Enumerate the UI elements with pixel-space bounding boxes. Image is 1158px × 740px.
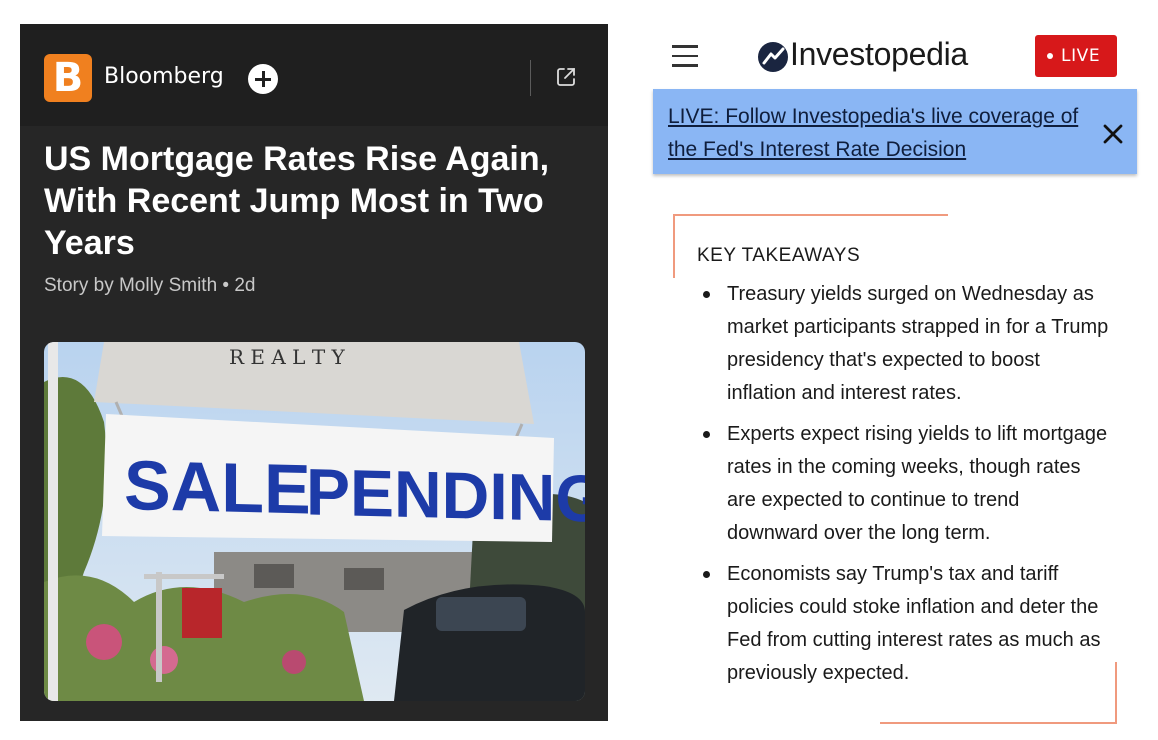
hamburger-line (672, 45, 698, 48)
close-icon[interactable] (1102, 123, 1124, 145)
takeaway-text: Treasury yields surged on Wednesday as m… (727, 283, 1109, 404)
article-byline: Story by Molly Smith • 2d (44, 275, 256, 296)
publisher-name[interactable]: Bloomberg (104, 64, 224, 89)
realty-sign-text: R E A L T Y (229, 345, 346, 369)
bullet-icon (703, 431, 710, 438)
external-link-icon[interactable] (554, 65, 578, 89)
hamburger-icon[interactable] (672, 45, 698, 67)
live-label: LIVE (1061, 46, 1101, 66)
live-button[interactable]: LIVE (1035, 35, 1117, 77)
hamburger-line (672, 54, 698, 58)
live-coverage-banner: LIVE: Follow Investopedia's live coverag… (653, 89, 1137, 174)
bullet-icon (703, 571, 710, 578)
site-name[interactable]: Investopedia (790, 36, 968, 73)
frame-corner-bottom (880, 722, 1117, 724)
frame-corner-left (673, 214, 675, 278)
b-logo-icon[interactable]: B (44, 54, 92, 102)
bullet-icon (703, 291, 710, 298)
key-takeaways-list: Treasury yields surged on Wednesday as m… (700, 278, 1110, 698)
sign-sale-text: SALE (124, 446, 311, 529)
takeaway-text: Experts expect rising yields to lift mor… (727, 423, 1108, 544)
hamburger-line (672, 64, 698, 67)
publisher-header: B Bloomberg (20, 24, 608, 126)
frame-corner-top (674, 214, 948, 216)
article-photo[interactable]: R E A L T Y SALE PENDING (44, 342, 585, 701)
plus-icon[interactable] (248, 64, 278, 94)
sign-pending-text: PENDING (306, 454, 585, 535)
list-item: Experts expect rising yields to lift mor… (700, 418, 1110, 550)
list-item: Treasury yields surged on Wednesday as m… (700, 278, 1110, 410)
live-coverage-link[interactable]: LIVE: Follow Investopedia's live coverag… (668, 100, 1088, 166)
bloomberg-article-card: B Bloomberg US Mortgage Rates Rise Again… (20, 24, 608, 721)
logo-letter: B (52, 55, 84, 101)
live-dot-icon (1047, 53, 1053, 59)
article-headline[interactable]: US Mortgage Rates Rise Again, With Recen… (44, 138, 584, 264)
key-takeaways-title: KEY TAKEAWAYS (697, 245, 861, 266)
takeaway-text: Economists say Trump's tax and tariff po… (727, 563, 1101, 684)
investopedia-logo-icon[interactable] (756, 40, 790, 74)
header-divider (530, 60, 531, 96)
list-item: Economists say Trump's tax and tariff po… (700, 558, 1110, 690)
sale-pending-sign-photo: R E A L T Y SALE PENDING (44, 342, 585, 701)
frame-corner-right (1115, 662, 1117, 724)
